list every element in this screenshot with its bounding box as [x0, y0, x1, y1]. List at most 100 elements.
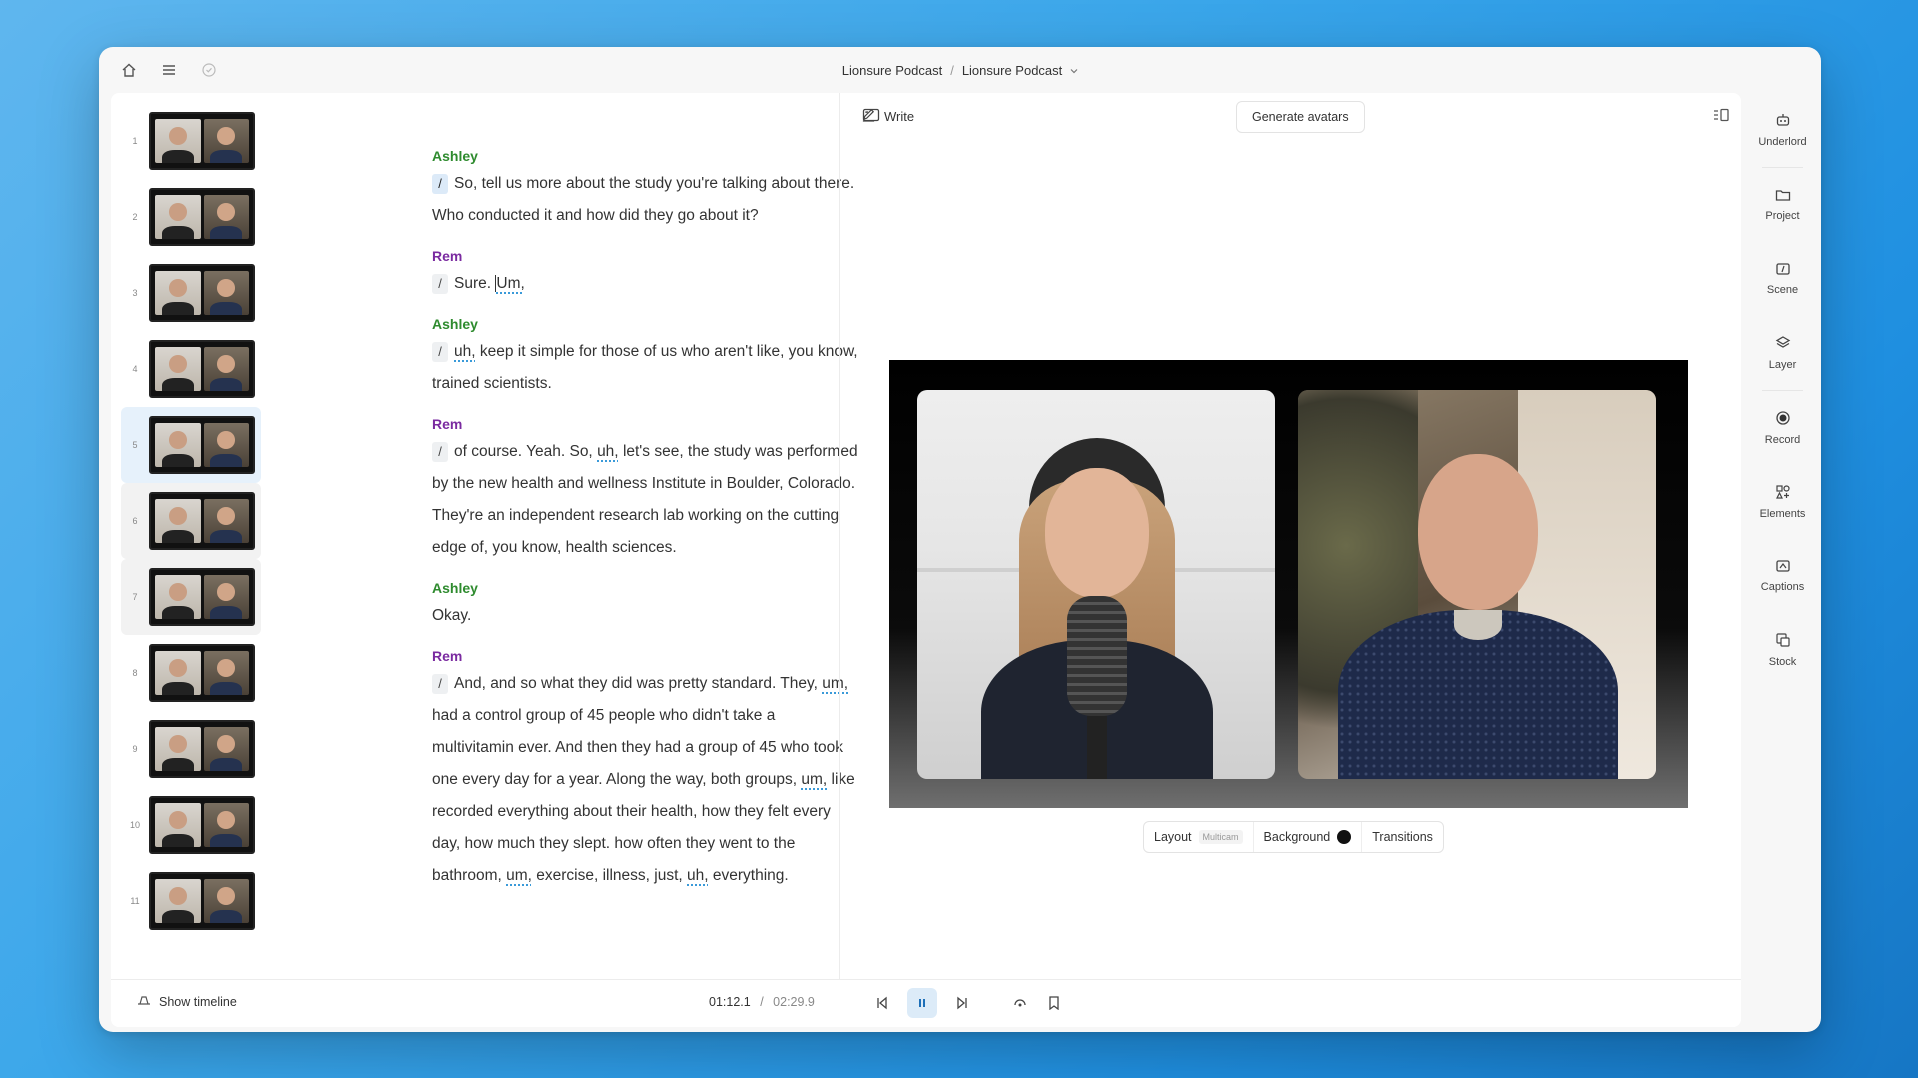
scene-thumbnail[interactable]: 7 [121, 559, 261, 635]
transcript-block: Ashley Okay. [432, 580, 902, 632]
transcript-text[interactable]: recorded everything about their health, … [432, 796, 902, 828]
speaker-label[interactable]: Ashley [432, 316, 902, 332]
scene-thumbnail[interactable]: 3 [121, 255, 261, 331]
speaker-label[interactable]: Rem [432, 648, 902, 664]
rail-label: Layer [1768, 359, 1797, 371]
transcript-text[interactable]: of course. Yeah. So, [454, 443, 593, 460]
camera-feed-ashley[interactable] [917, 390, 1275, 779]
playback-extras [1005, 988, 1069, 1018]
scene-thumbnail[interactable]: 2 [121, 179, 261, 255]
rail-label: Elements [1759, 508, 1806, 520]
breadcrumb-project[interactable]: Lionsure Podcast [842, 63, 942, 78]
generate-avatars-button[interactable]: Generate avatars [1236, 101, 1365, 133]
rail-label: Captions [1760, 581, 1805, 593]
folder-icon [1775, 188, 1791, 205]
editor-panel: 1 2 3 4 5 6 7 8 9 10 11 Write Ashley / So… [111, 93, 1741, 1027]
layout-button[interactable]: Layout Multicam [1144, 822, 1254, 852]
video-stage: Generate avatars Layout Multicam Backgro… [840, 93, 1738, 973]
title-bar: Lionsure Podcast / Lionsure Podcast [99, 47, 1821, 93]
robot-icon [1775, 112, 1791, 131]
skip-back-icon[interactable] [867, 988, 897, 1018]
transcript-block: Ashley / uh, keep it simple for those of … [432, 316, 902, 400]
transcript-text[interactable]: trained scientists. [432, 368, 902, 400]
video-canvas[interactable] [889, 360, 1688, 808]
rail-item-project[interactable]: Project [1744, 168, 1821, 242]
home-icon[interactable] [119, 60, 139, 80]
rail-item-layer[interactable]: Layer [1744, 316, 1821, 390]
speaker-label[interactable]: Rem [432, 248, 902, 264]
playback-time: 01:12.1 / 02:29.9 [709, 995, 815, 1009]
pause-icon[interactable] [907, 988, 937, 1018]
scene-thumbnail[interactable]: 4 [121, 331, 261, 407]
transcript-text[interactable]: Who conducted it and how did they go abo… [432, 200, 902, 232]
transcript-text[interactable]: So, tell us more about the study you're … [454, 175, 854, 192]
app-window: Lionsure Podcast / Lionsure Podcast 1 2 … [99, 47, 1821, 1032]
rail-item-captions[interactable]: Captions [1744, 539, 1821, 613]
transcript-text[interactable]: had a control group of 45 people who did… [432, 700, 902, 732]
transcript-text[interactable]: They're an independent research lab work… [432, 500, 902, 532]
aspect-ratio-icon[interactable] [862, 107, 880, 128]
rail-item-stock[interactable]: Stock [1744, 613, 1821, 687]
scene-thumbnail[interactable]: 6 [121, 483, 261, 559]
transcript-text[interactable]: day, how much they slept. how often they… [432, 828, 902, 860]
scene-break-marker[interactable]: / [432, 673, 448, 694]
scene-icon [1775, 262, 1791, 279]
background-button[interactable]: Background [1254, 822, 1363, 852]
speaker-label[interactable]: Ashley [432, 148, 902, 164]
rail-label: Underlord [1758, 136, 1807, 148]
skip-forward-icon[interactable] [947, 988, 977, 1018]
speaker-label[interactable]: Ashley [432, 580, 902, 596]
transport-controls [867, 988, 977, 1018]
filler-word[interactable]: um, [801, 771, 827, 788]
scene-break-marker[interactable]: / [432, 341, 448, 362]
speaker-label[interactable]: Rem [432, 416, 902, 432]
rail-item-record[interactable]: Record [1744, 391, 1821, 465]
bookmark-icon[interactable] [1039, 988, 1069, 1018]
background-color-swatch[interactable] [1337, 830, 1352, 844]
breadcrumb-separator: / [950, 62, 954, 78]
filler-word[interactable]: um, [506, 867, 532, 884]
scene-thumbnail[interactable]: 11 [121, 863, 261, 939]
transcript-text[interactable]: let's see, the study was performed [623, 443, 858, 460]
rail-item-scene[interactable]: Scene [1744, 242, 1821, 316]
transcript-text[interactable]: edge of, you know, health sciences. [432, 532, 902, 564]
scene-thumbnail[interactable]: 8 [121, 635, 261, 711]
transcript-text[interactable]: exercise, illness, just, [536, 867, 682, 884]
transcript-text[interactable]: multivitamin ever. And then they had a g… [432, 732, 902, 764]
menu-icon[interactable] [159, 60, 179, 80]
panel-toggle-icon[interactable] [1712, 107, 1730, 128]
scene-break-marker[interactable]: / [432, 273, 448, 294]
transcript-text[interactable]: Sure. [454, 275, 491, 292]
transcript-text[interactable]: by the new health and wellness Institute… [432, 468, 902, 500]
transcript-text[interactable]: Okay. [432, 600, 902, 632]
transitions-button[interactable]: Transitions [1362, 822, 1443, 852]
scene-thumbnail-selected[interactable]: 5 [121, 407, 261, 483]
scene-thumbnail[interactable]: 1 [121, 103, 261, 179]
show-timeline-label: Show timeline [159, 994, 237, 1009]
scene-thumbnail[interactable]: 9 [121, 711, 261, 787]
filler-word[interactable]: Um, [495, 275, 525, 292]
filler-word[interactable]: uh, [454, 343, 476, 360]
filler-word[interactable]: uh, [597, 443, 619, 460]
rail-item-underlord[interactable]: Underlord [1744, 93, 1821, 167]
loop-icon[interactable] [1005, 988, 1035, 1018]
transcript-text[interactable]: keep it simple for those of us who aren'… [480, 343, 858, 360]
stage-controls: Layout Multicam Background Transitions [1143, 821, 1444, 853]
transcript-text[interactable]: everything. [713, 867, 789, 884]
layout-value: Multicam [1198, 830, 1243, 844]
rail-item-elements[interactable]: Elements [1744, 465, 1821, 539]
scene-break-marker[interactable]: / [432, 173, 448, 194]
transcript-text[interactable]: bathroom, [432, 867, 502, 884]
filler-word[interactable]: uh, [687, 867, 709, 884]
scene-thumbnail[interactable]: 10 [121, 787, 261, 863]
face [1045, 468, 1149, 598]
captions-icon [1775, 559, 1791, 576]
camera-feed-rem[interactable] [1298, 390, 1656, 779]
transcript-text[interactable]: And, and so what they did was pretty sta… [454, 675, 818, 692]
breadcrumb-composition[interactable]: Lionsure Podcast [962, 63, 1062, 78]
chevron-down-icon[interactable] [1070, 63, 1078, 78]
scene-break-marker[interactable]: / [432, 441, 448, 462]
show-timeline-button[interactable]: Show timeline [137, 994, 237, 1009]
transcript-text[interactable]: one every day for a year. Along the way,… [432, 771, 797, 788]
record-icon [1775, 410, 1791, 429]
